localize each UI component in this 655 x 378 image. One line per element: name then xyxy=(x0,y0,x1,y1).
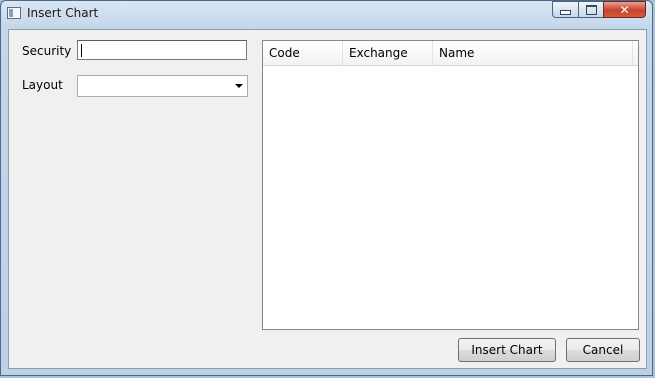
table-header: Code Exchange Name xyxy=(263,41,638,66)
window-title: Insert Chart xyxy=(27,6,99,20)
security-label: Security xyxy=(22,44,72,58)
column-header-exchange[interactable]: Exchange xyxy=(343,41,433,65)
cancel-button[interactable]: Cancel xyxy=(566,338,640,362)
insert-chart-dialog: Insert Chart ✕ Security Layout Code Exch… xyxy=(0,0,653,376)
insert-chart-button[interactable]: Insert Chart xyxy=(458,338,556,362)
caption-buttons: ✕ xyxy=(552,1,646,19)
maximize-icon xyxy=(585,4,597,15)
column-header-code[interactable]: Code xyxy=(263,41,343,65)
minimize-icon xyxy=(560,10,571,15)
text-caret xyxy=(81,44,82,57)
column-header-name[interactable]: Name xyxy=(433,41,633,65)
title-bar[interactable]: Insert Chart ✕ xyxy=(1,1,652,27)
security-results-table[interactable]: Code Exchange Name xyxy=(262,40,639,330)
dialog-body: Security Layout Code Exchange Name Inser… xyxy=(8,29,647,369)
window-icon xyxy=(7,7,21,19)
layout-label: Layout xyxy=(22,78,63,92)
chevron-down-icon[interactable] xyxy=(235,84,243,88)
minimize-button[interactable] xyxy=(552,1,578,18)
security-input[interactable] xyxy=(77,40,247,60)
layout-dropdown[interactable] xyxy=(77,75,248,97)
close-icon: ✕ xyxy=(619,2,630,17)
close-button[interactable]: ✕ xyxy=(603,1,646,18)
maximize-button[interactable] xyxy=(578,1,603,18)
